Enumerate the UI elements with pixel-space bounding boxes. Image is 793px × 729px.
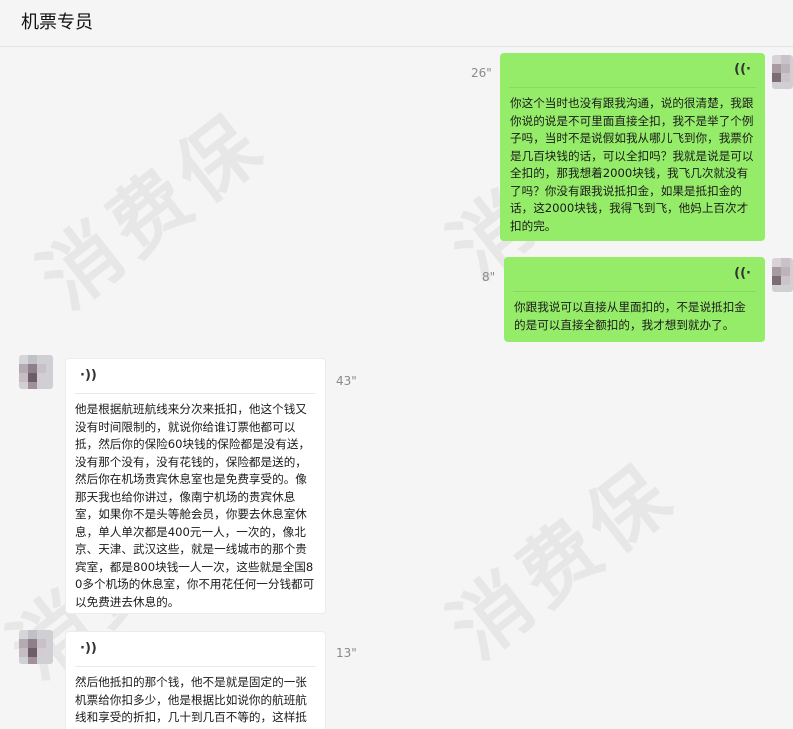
- voice-duration: 26": [471, 66, 492, 80]
- voice-message-bubble[interactable]: ·)) 他是根据航班航线来分次来抵扣，他这个钱又没有时间限制的，就说你给谁订票他…: [65, 358, 326, 614]
- voice-wave-icon[interactable]: ((·: [734, 61, 751, 79]
- bubble-divider: [509, 87, 756, 88]
- voice-wave-icon[interactable]: ·)): [80, 640, 97, 658]
- voice-message-bubble[interactable]: ((· 你跟我说可以直接从里面扣的，不是说抵扣金的是可以直接全额扣的，我才想到就…: [504, 257, 765, 342]
- voice-duration: 8": [482, 270, 496, 284]
- bubble-divider: [75, 393, 316, 394]
- watermark: 消费保: [23, 96, 283, 327]
- avatar[interactable]: [772, 55, 793, 89]
- voice-wave-icon[interactable]: ((·: [734, 265, 751, 283]
- voice-wave-icon[interactable]: ·)): [80, 367, 97, 385]
- voice-transcript: 你跟我说可以直接从里面扣的，不是说抵扣金的是可以直接全额扣的，我才想到就办了。: [514, 300, 746, 332]
- chat-title: 机票专员: [21, 12, 93, 33]
- avatar[interactable]: [19, 355, 53, 389]
- bubble-divider: [513, 291, 756, 292]
- voice-transcript: 然后他抵扣的那个钱，他不是就是固定的一张机票给你扣多少，他是根据比如说你的航班航…: [75, 675, 307, 724]
- voice-transcript: 你这个当时也没有跟我沟通，说的很清楚，我跟你说的说是不可里面直接全扣，我不是举了…: [510, 96, 754, 233]
- watermark: 消费保: [433, 446, 693, 677]
- voice-duration: 13": [336, 646, 357, 660]
- chat-header: 机票专员: [0, 0, 793, 47]
- avatar[interactable]: [19, 630, 53, 664]
- voice-transcript: 他是根据航班航线来分次来抵扣，他这个钱又没有时间限制的，就说你给谁订票他都可以抵…: [75, 402, 315, 609]
- voice-message-bubble[interactable]: ((· 你这个当时也没有跟我沟通，说的很清楚，我跟你说的说是不可里面直接全扣，我…: [500, 53, 765, 241]
- voice-duration: 43": [336, 374, 357, 388]
- bubble-divider: [75, 666, 316, 667]
- avatar[interactable]: [772, 258, 793, 292]
- voice-message-bubble[interactable]: ·)) 然后他抵扣的那个钱，他不是就是固定的一张机票给你扣多少，他是根据比如说你…: [65, 631, 326, 729]
